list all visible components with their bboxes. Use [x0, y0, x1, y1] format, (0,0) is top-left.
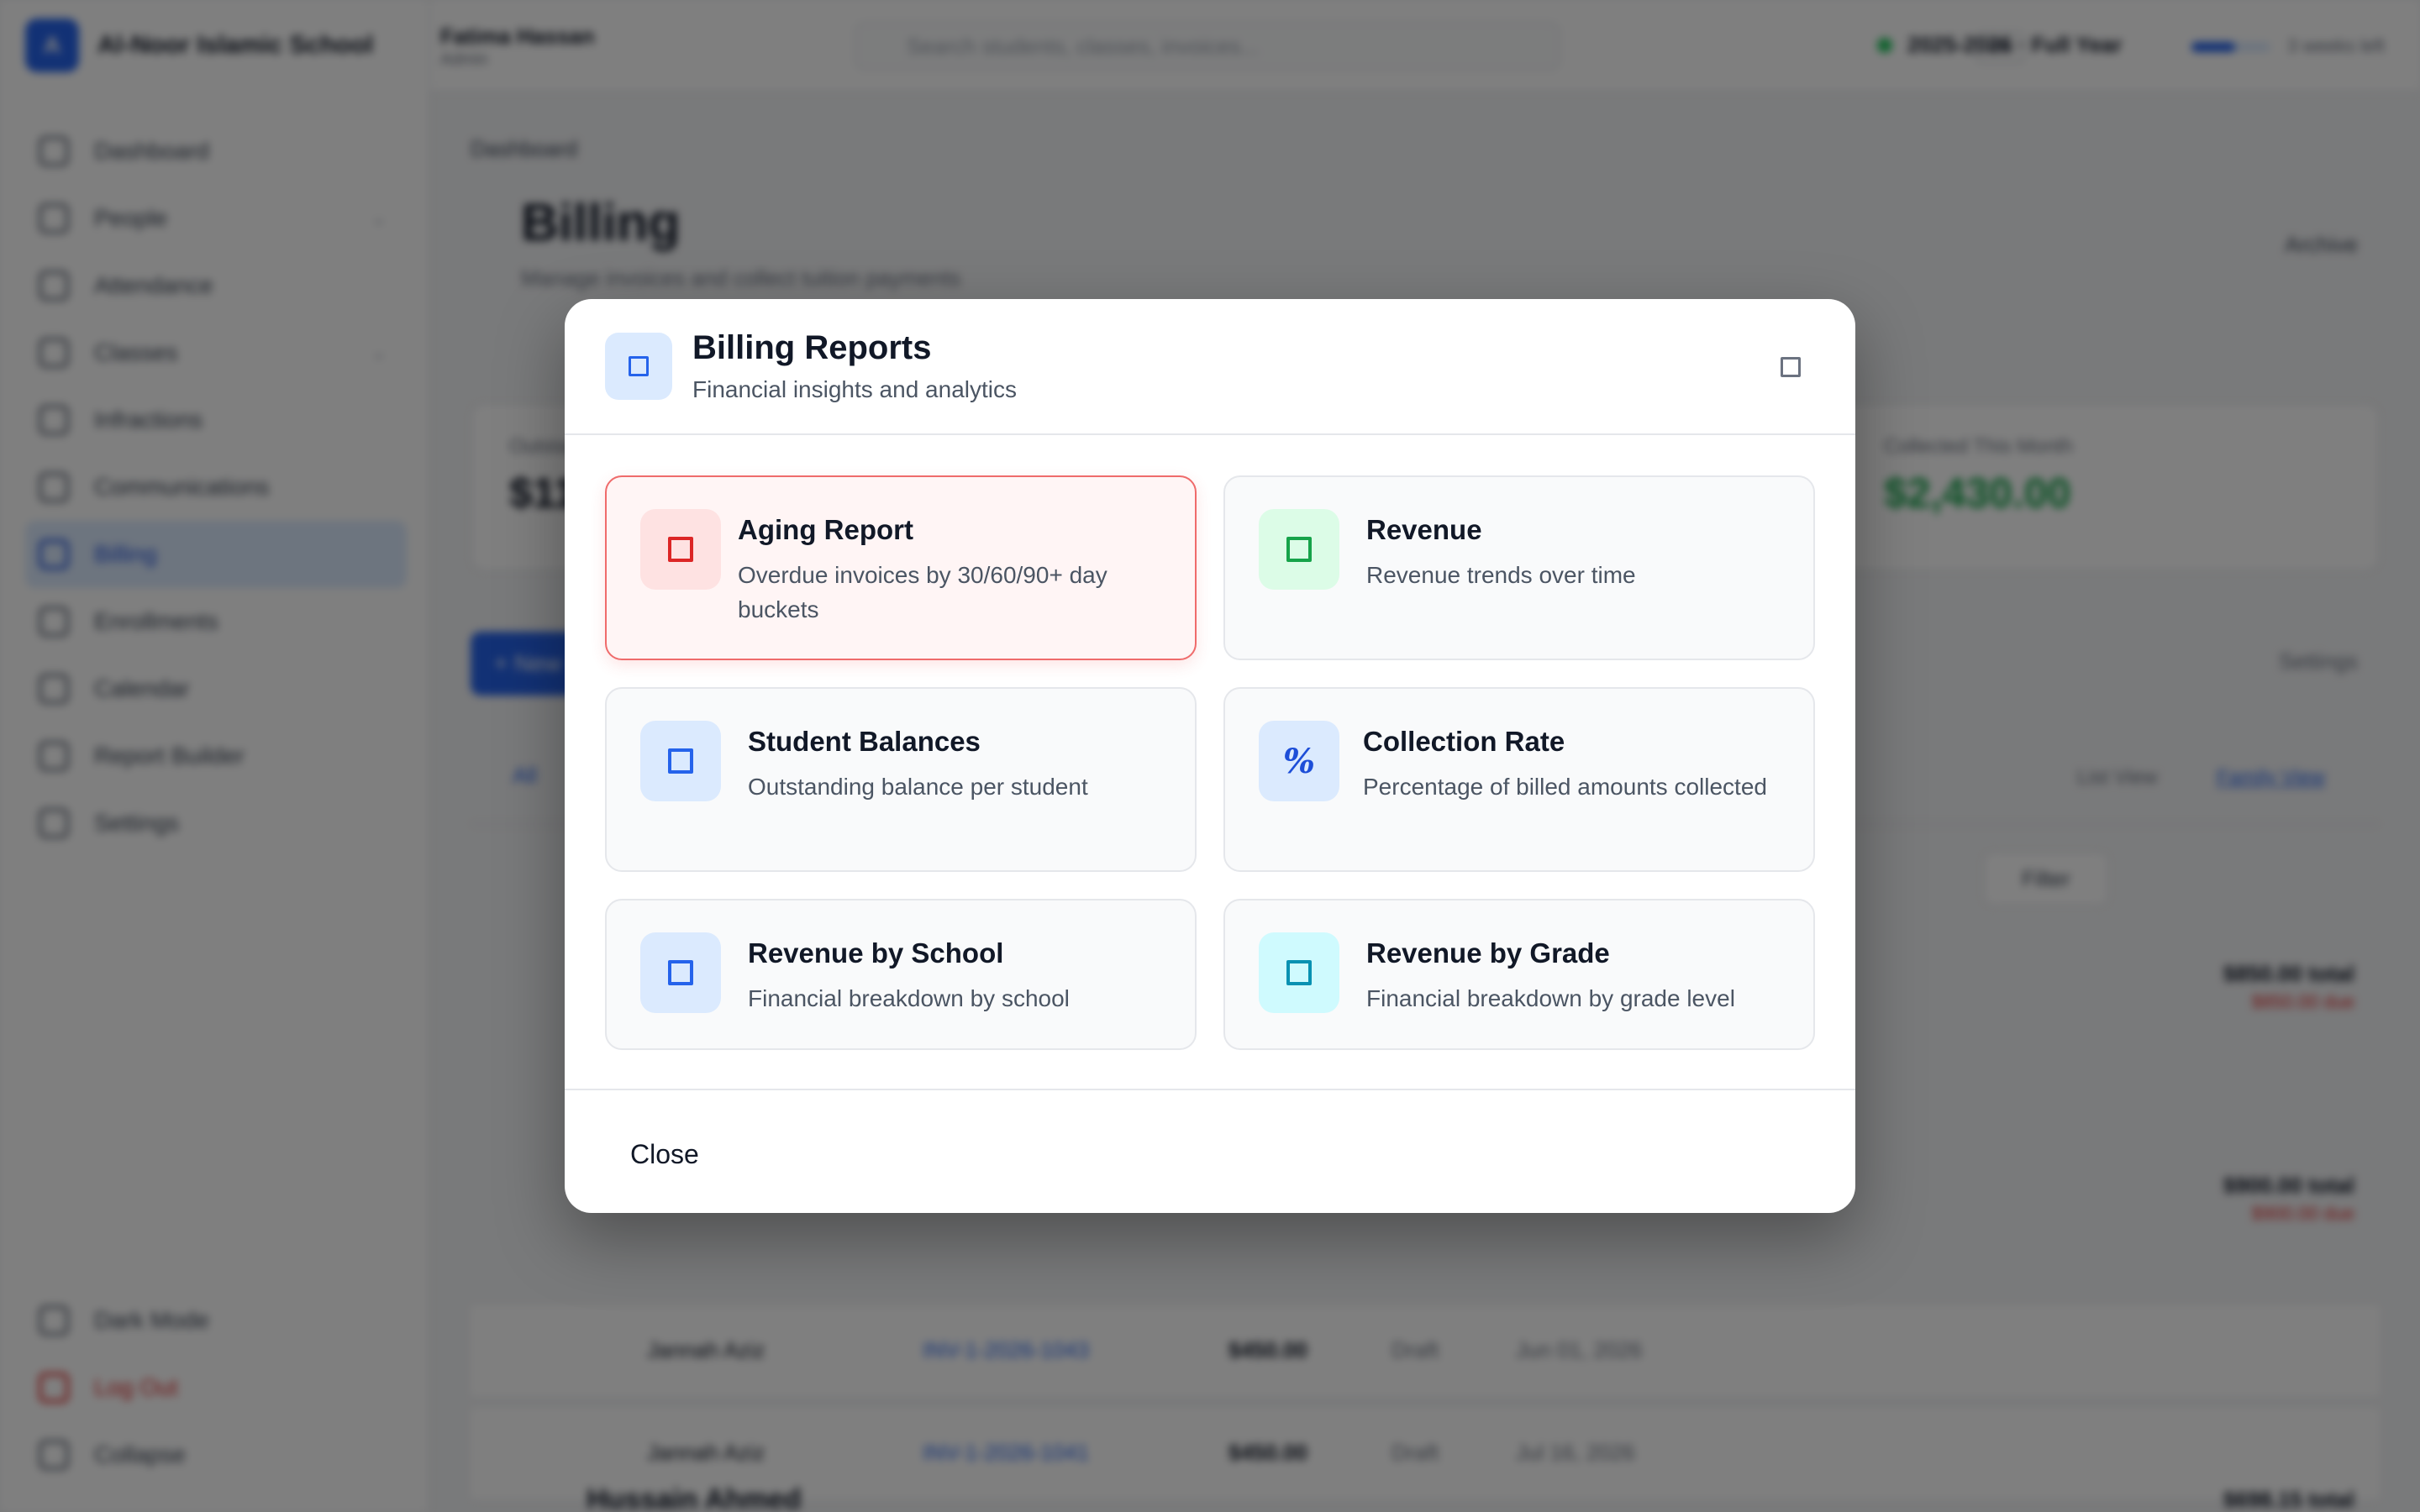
report-description: Revenue trends over time	[1366, 562, 1636, 588]
report-title: Revenue	[1366, 514, 1482, 545]
grade-icon	[1259, 932, 1339, 1013]
report-description: Financial breakdown by school	[748, 985, 1070, 1011]
close-button[interactable]: Close	[605, 1127, 724, 1181]
report-title: Student Balances	[748, 726, 981, 757]
reports-icon	[605, 333, 672, 400]
report-title: Aging Report	[738, 514, 913, 545]
billing-reports-modal: Billing Reports Financial insights and a…	[565, 299, 1855, 1213]
close-icon[interactable]	[1778, 354, 1803, 380]
report-card-revenue-by-grade[interactable]: Revenue by Grade Financial breakdown by …	[1223, 899, 1815, 1050]
report-title: Collection Rate	[1363, 726, 1565, 757]
report-card-student-balances[interactable]: Student Balances Outstanding balance per…	[605, 687, 1197, 872]
report-description: Financial breakdown by grade level	[1366, 985, 1735, 1011]
report-description: Outstanding balance per student	[748, 774, 1088, 800]
report-description: Overdue invoices by 30/60/90+ day bucket…	[738, 562, 1107, 622]
revenue-icon	[1259, 509, 1339, 590]
report-card-aging[interactable]: Aging Report Overdue invoices by 30/60/9…	[605, 475, 1197, 660]
balances-icon	[640, 721, 721, 801]
school-icon	[640, 932, 721, 1013]
report-card-revenue-by-school[interactable]: Revenue by School Financial breakdown by…	[605, 899, 1197, 1050]
report-description: Percentage of billed amounts collected	[1363, 774, 1767, 800]
percent-glyph: %	[1282, 741, 1315, 781]
report-title: Revenue by Grade	[1366, 937, 1610, 969]
report-card-collection-rate[interactable]: % Collection Rate Percentage of billed a…	[1223, 687, 1815, 872]
modal-title: Billing Reports	[692, 329, 932, 366]
modal-header: Billing Reports Financial insights and a…	[565, 299, 1855, 435]
modal-footer: Close	[565, 1089, 1855, 1213]
report-title: Revenue by School	[748, 937, 1004, 969]
report-card-revenue[interactable]: Revenue Revenue trends over time	[1223, 475, 1815, 660]
percent-icon: %	[1259, 721, 1339, 801]
aging-icon	[640, 509, 721, 590]
modal-subtitle: Financial insights and analytics	[692, 376, 1017, 402]
